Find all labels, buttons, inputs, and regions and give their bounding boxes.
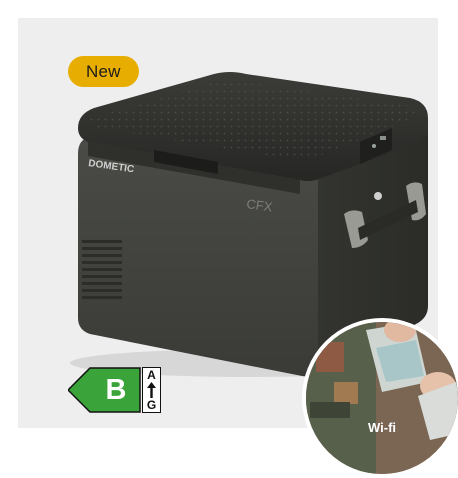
energy-label[interactable]: B A G: [68, 367, 161, 413]
inset-photo: [306, 322, 458, 474]
new-badge: New: [68, 56, 139, 87]
energy-class-letter: B: [105, 374, 127, 406]
feature-inset-image[interactable]: Wi-fi: [302, 318, 458, 478]
arrow-up-icon: [147, 382, 156, 398]
energy-scale: A G: [142, 367, 161, 413]
energy-scale-bottom: G: [146, 398, 157, 412]
